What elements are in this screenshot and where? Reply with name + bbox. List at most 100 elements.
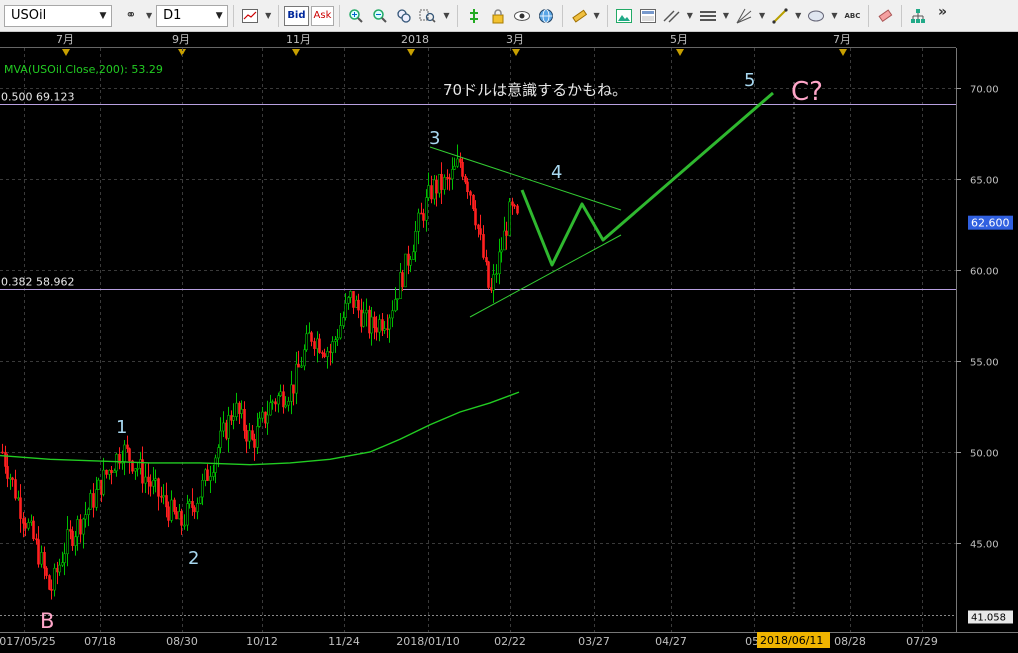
candle-body (375, 327, 378, 333)
candle-body (466, 181, 469, 193)
candle-body (331, 341, 334, 353)
candle-body (266, 414, 269, 424)
timeframe-value: D1 (163, 8, 182, 23)
eraser-icon[interactable] (874, 4, 896, 28)
candle-body (240, 408, 243, 414)
candle-body (165, 495, 168, 508)
candle-body (271, 401, 274, 404)
chevron-down-icon[interactable]: ▼ (721, 4, 731, 28)
date-tick-label: 08/28 (834, 635, 866, 648)
candle-body (305, 333, 308, 351)
eye-icon[interactable] (511, 4, 533, 28)
candle-body (58, 564, 61, 573)
wave-label-1: 1 (116, 417, 127, 438)
wave-label-3: 3 (429, 128, 440, 149)
candle-body (82, 518, 85, 535)
candle-body (186, 503, 189, 526)
chevron-down-icon: ▼ (99, 10, 107, 21)
chevron-down-icon[interactable]: ▼ (829, 4, 839, 28)
chart-background (0, 32, 1018, 653)
toolbar-separator (456, 4, 458, 27)
toolbar-separator (278, 4, 280, 27)
template-icon[interactable] (637, 4, 659, 28)
price-tick-label: 45.00 (970, 540, 999, 551)
candle-body (14, 479, 17, 499)
symbol-value: USOil (11, 8, 47, 23)
candle-body (456, 158, 459, 167)
candle-body (144, 476, 147, 484)
zoom-area-icon[interactable] (417, 4, 439, 28)
candle-body (349, 291, 352, 298)
candle-body (443, 177, 446, 190)
chevron-down-icon[interactable]: ▼ (592, 4, 602, 28)
indicator-icon[interactable] (463, 4, 485, 28)
more-tools-button[interactable]: » (931, 0, 953, 24)
low-price-marker: 41.058 (968, 610, 1013, 624)
chevron-down-icon[interactable]: ▼ (441, 4, 451, 28)
candle-body (92, 493, 95, 508)
top-month-label: 11月 (286, 33, 311, 46)
candle-body (362, 312, 365, 327)
horizontal-lines-icon[interactable] (697, 4, 719, 28)
candle-body (196, 503, 199, 513)
candle-body (310, 332, 313, 342)
candle-body (43, 552, 46, 569)
candle-body (214, 457, 217, 473)
bid-button[interactable]: Bid (284, 5, 309, 26)
price-chart[interactable]: 7月 9月 11月 2018 3月 5月 7月 70.00 65.00 60.00 55.00 50… (0, 32, 1018, 653)
candle-body (409, 259, 412, 266)
candle-body (162, 495, 165, 498)
crosshair-date-marker: 2018/06/11 (757, 632, 830, 648)
chevron-down-icon[interactable]: ▼ (144, 4, 154, 28)
candle-body (261, 411, 264, 419)
candle-body (219, 430, 222, 448)
current-price-marker: 62.600 (968, 215, 1013, 230)
fan-lines-icon[interactable] (733, 4, 755, 28)
candle-body (71, 530, 74, 546)
candle-body (149, 481, 152, 487)
zoom-fit-icon[interactable] (393, 4, 415, 28)
image-icon[interactable] (613, 4, 635, 28)
ruler-icon[interactable] (568, 4, 590, 28)
candle-body (479, 228, 482, 235)
candle-body (170, 499, 173, 521)
price-tick-label: 60.00 (970, 267, 999, 278)
candle-body (61, 562, 64, 566)
ellipse-icon[interactable] (805, 4, 827, 28)
lines-tool-icon[interactable] (661, 4, 683, 28)
candle-body (370, 316, 373, 334)
candle-body (154, 478, 157, 481)
globe-icon[interactable] (535, 4, 557, 28)
candle-body (113, 470, 116, 474)
wave-label-2: 2 (188, 548, 199, 569)
chart-type-icon[interactable] (239, 4, 261, 28)
zoom-in-icon[interactable] (345, 4, 367, 28)
toolbar-separator (606, 4, 608, 27)
candle-body (180, 511, 183, 526)
text-tool-icon[interactable]: ABC (841, 4, 863, 28)
symbol-select[interactable]: USOil ▼ (4, 4, 112, 27)
candle-body (248, 430, 251, 442)
timeframe-select[interactable]: D1 ▼ (156, 4, 229, 27)
chevron-down-icon[interactable]: ▼ (793, 4, 803, 28)
candle-body (84, 514, 87, 520)
candle-body (498, 251, 501, 275)
candle-body (97, 479, 100, 490)
low-price-label: 41.058 (971, 613, 1006, 624)
candle-body (516, 205, 519, 214)
chart-canvas[interactable]: 7月 9月 11月 2018 3月 5月 7月 70.0065.0060.0055.0050… (0, 32, 1018, 653)
ask-button[interactable]: Ask (310, 5, 335, 26)
chevron-down-icon[interactable]: ▼ (685, 4, 695, 28)
zoom-out-icon[interactable] (369, 4, 391, 28)
chevron-down-icon[interactable]: ▼ (757, 4, 767, 28)
candle-body (110, 470, 113, 474)
lock-icon[interactable] (487, 4, 509, 28)
trendline-icon[interactable] (769, 4, 791, 28)
candle-body (183, 524, 186, 527)
hierarchy-icon[interactable] (907, 4, 929, 28)
chevron-down-icon[interactable]: ▼ (263, 4, 273, 28)
candle-body (188, 501, 191, 504)
candle-body (464, 176, 467, 183)
link-icon[interactable]: ⚭ (120, 4, 142, 28)
chart-annotation[interactable]: 70ドルは意識するかもね。 (443, 81, 627, 99)
